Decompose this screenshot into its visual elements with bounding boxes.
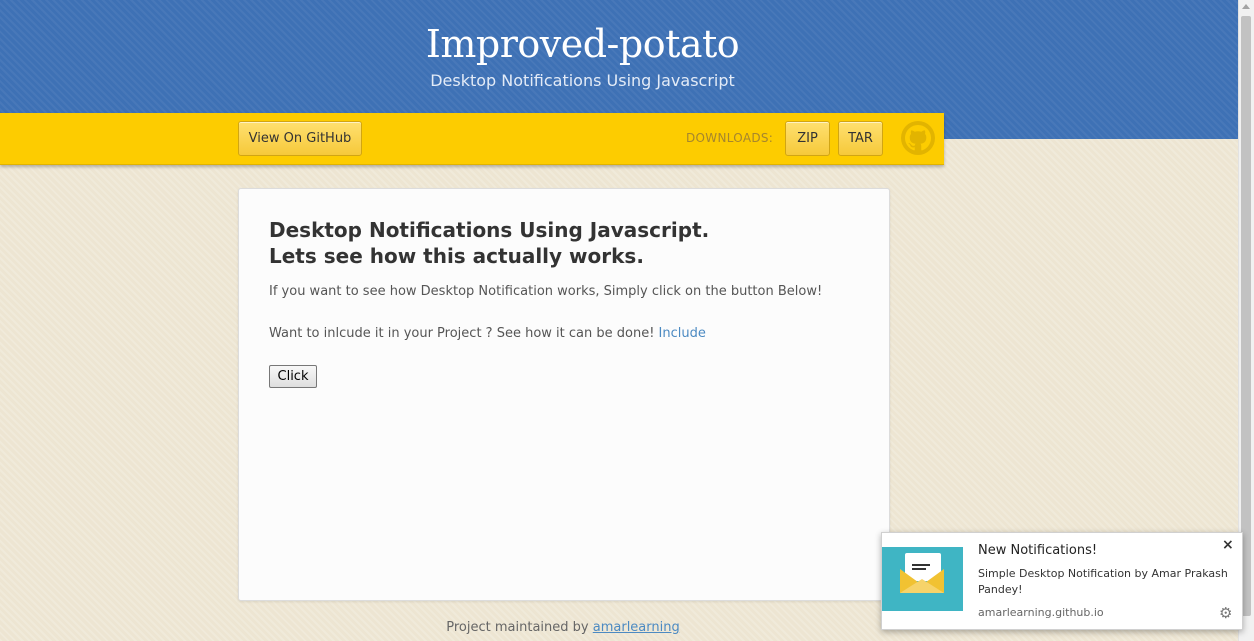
- downloads-label: DOWNLOADS:: [686, 131, 774, 145]
- tar-download-button[interactable]: TAR: [838, 121, 883, 156]
- footer: Project maintained by amarlearning: [238, 620, 888, 635]
- include-paragraph: Want to inlcude it in your Project ? See…: [269, 326, 869, 341]
- close-icon[interactable]: ×: [1222, 537, 1234, 553]
- intro-paragraph: If you want to see how Desktop Notificat…: [269, 284, 823, 299]
- desktop-notification[interactable]: New Notifications! Simple Desktop Notifi…: [881, 532, 1243, 630]
- main-content-card: Desktop Notifications Using Javascript. …: [238, 188, 890, 601]
- notification-title: New Notifications!: [978, 543, 1098, 558]
- notification-body: Simple Desktop Notification by Amar Prak…: [978, 567, 1228, 596]
- footer-text: Project maintained by: [446, 620, 589, 635]
- site-title: Improved-potato: [425, 22, 740, 66]
- github-octocat-icon[interactable]: [901, 121, 935, 155]
- gear-icon[interactable]: ⚙: [1219, 604, 1232, 622]
- view-on-github-button[interactable]: View On GitHub: [238, 121, 362, 156]
- page-heading: Desktop Notifications Using Javascript. …: [269, 217, 869, 269]
- github-octocat-glyph: [905, 125, 931, 151]
- envelope-icon: [882, 547, 963, 611]
- ribbon-bar: View On GitHub DOWNLOADS: ZIP TAR: [0, 113, 944, 165]
- notification-origin: amarlearning.github.io: [978, 606, 1104, 619]
- envelope-icon-graphic: [900, 553, 944, 593]
- site-subtitle: Desktop Notifications Using Javascript: [430, 71, 735, 90]
- include-link[interactable]: Include: [659, 326, 706, 341]
- scroll-up-arrow-icon[interactable]: [1242, 4, 1250, 9]
- footer-author-link[interactable]: amarlearning: [593, 620, 680, 635]
- click-button[interactable]: Click: [269, 365, 317, 388]
- zip-download-button[interactable]: ZIP: [785, 121, 830, 156]
- heading-line-2: Lets see how this actually works.: [269, 244, 644, 268]
- heading-line-1: Desktop Notifications Using Javascript.: [269, 218, 710, 242]
- include-text: Want to inlcude it in your Project ? See…: [269, 326, 655, 341]
- scrollbar-thumb[interactable]: [1241, 16, 1251, 616]
